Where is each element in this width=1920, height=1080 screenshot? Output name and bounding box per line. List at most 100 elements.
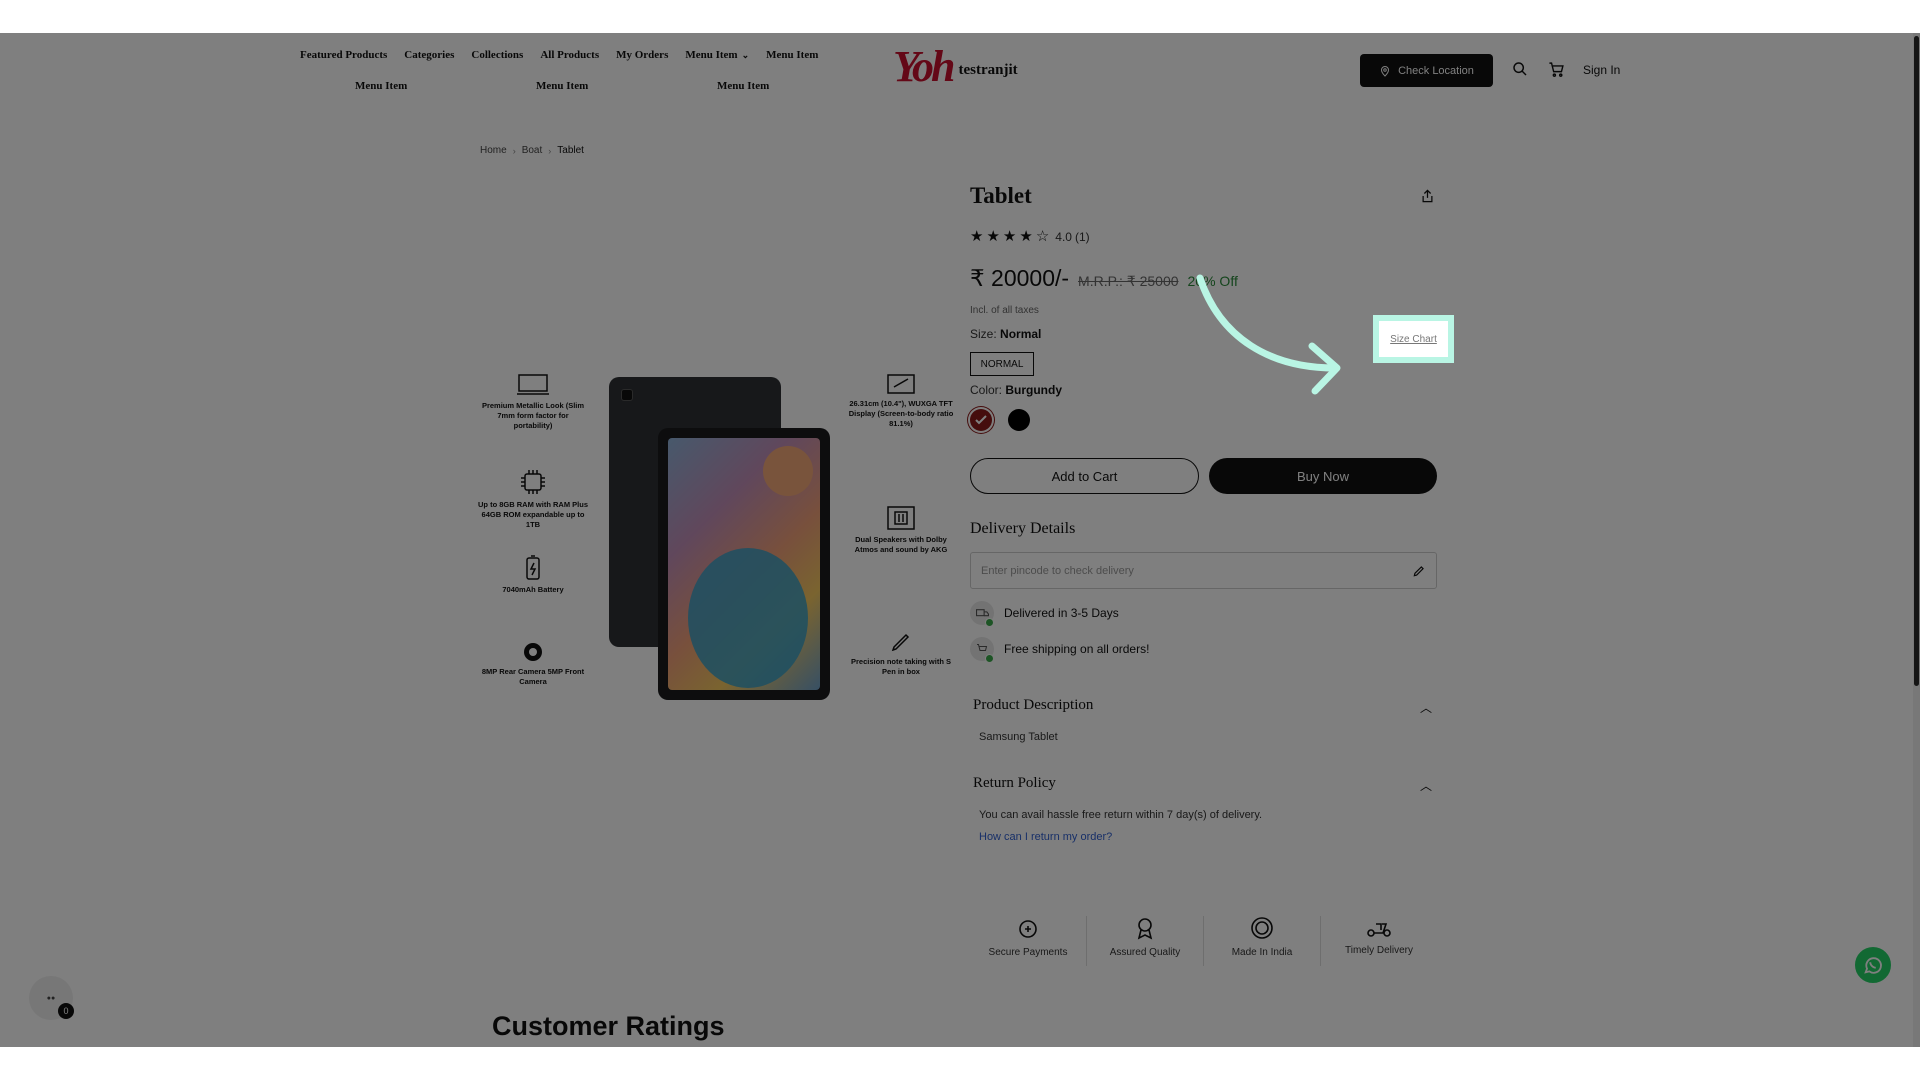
product-rating[interactable]: ★ ★ ★ ★ ☆ 4.0 (1) — [970, 229, 1090, 244]
chevron-right-icon: › — [548, 145, 552, 156]
camera-aperture-icon — [524, 643, 542, 661]
dim-overlay — [0, 33, 1920, 1047]
pincode-field[interactable] — [970, 552, 1437, 589]
made-in-india-icon — [1251, 917, 1273, 939]
chat-badge-count: 0 — [58, 1003, 74, 1019]
product-price: ₹ 20000/- — [970, 265, 1070, 291]
shipping-cart-icon — [970, 637, 994, 663]
customer-ratings-title: Customer Ratings — [492, 1011, 725, 1041]
speaker-icon — [887, 506, 915, 530]
color-swatch-black[interactable] — [1008, 409, 1030, 431]
feature-ram: Up to 8GB RAM with RAM Plus 64GB ROM exp… — [478, 468, 588, 529]
share-icon[interactable] — [1420, 188, 1435, 209]
feature-battery: 7040mAh Battery — [478, 555, 588, 595]
secure-payment-icon — [1019, 920, 1037, 938]
free-shipping-item: Free shipping on all orders! — [970, 637, 1149, 663]
nav-all-products[interactable]: All Products — [540, 49, 599, 61]
sign-in-link[interactable]: Sign In — [1583, 63, 1620, 77]
breadcrumb-boat[interactable]: Boat — [522, 145, 543, 156]
rating-count: (1) — [1074, 229, 1090, 244]
product-description-title[interactable]: Product Description — [973, 697, 1093, 714]
edit-pencil-icon[interactable] — [1412, 564, 1426, 578]
page-viewport: Featured Products Categories Collections… — [0, 33, 1920, 1047]
size-chart-highlight[interactable]: Size Chart — [1373, 315, 1454, 363]
page-scrollbar-thumb[interactable] — [1914, 36, 1919, 686]
check-location-label: Check Location — [1398, 64, 1474, 77]
award-ribbon-icon — [1137, 918, 1153, 940]
chip-icon — [521, 470, 545, 494]
breadcrumb: Home › Boat › Tablet — [480, 145, 584, 156]
nav-collections[interactable]: Collections — [471, 49, 523, 61]
logo-text: testranjit — [958, 61, 1018, 78]
battery-icon — [526, 555, 540, 580]
badge-made-in-india: Made In India — [1204, 916, 1321, 966]
feature-camera: 8MP Rear Camera 5MP Front Camera — [478, 641, 588, 687]
star-filled-icon: ★ — [986, 228, 1000, 245]
product-image[interactable]: Premium Metallic Look (Slim 7mm form fac… — [478, 333, 953, 713]
search-icon[interactable] — [1510, 59, 1530, 79]
nav-menu-item[interactable]: Menu Item — [717, 80, 898, 92]
badge-assured-quality: Assured Quality — [1087, 916, 1204, 966]
star-filled-icon: ★ — [1019, 228, 1033, 245]
size-option-normal[interactable]: NORMAL — [970, 352, 1034, 376]
size-label: Size: Normal — [970, 327, 1042, 341]
feature-spen: Precision note taking with S Pen in box — [846, 631, 956, 677]
camera-module — [621, 389, 633, 401]
logo-mark: Yoh — [893, 42, 956, 91]
product-mrp: M.R.P.: ₹ 25000 — [1078, 273, 1179, 289]
selected-size: Normal — [1000, 327, 1042, 341]
nav-menu-item[interactable]: Menu Item — [536, 80, 717, 92]
trust-badges: Secure Payments Assured Quality Made In … — [970, 916, 1437, 966]
delivery-title: Delivery Details — [970, 520, 1076, 537]
product-description-body: Samsung Tablet — [979, 731, 1058, 743]
add-to-cart-button[interactable]: Add to Cart — [970, 458, 1199, 494]
feature-display: 26.31cm (10.4"), WUXGA TFT Display (Scre… — [846, 373, 956, 428]
star-filled-icon: ★ — [970, 228, 984, 245]
nav-featured-products[interactable]: Featured Products — [300, 49, 387, 61]
nav-menu-item-dropdown[interactable]: Menu Item ⌄ — [685, 49, 749, 61]
check-icon — [975, 415, 987, 425]
pincode-input[interactable] — [981, 564, 1412, 577]
breadcrumb-home[interactable]: Home — [480, 145, 507, 156]
laptop-icon — [517, 374, 549, 395]
nav-my-orders[interactable]: My Orders — [616, 49, 668, 61]
feature-metallic: Premium Metallic Look (Slim 7mm form fac… — [478, 373, 588, 430]
nav-categories[interactable]: Categories — [404, 49, 454, 61]
nav-menu-item[interactable]: Menu Item — [355, 80, 536, 92]
return-how-to-link[interactable]: How can I return my order? — [979, 831, 1112, 843]
check-location-button[interactable]: Check Location — [1360, 54, 1493, 87]
feature-speakers: Dual Speakers with Dolby Atmos and sound… — [846, 505, 956, 555]
buy-now-button[interactable]: Buy Now — [1209, 458, 1437, 494]
star-filled-icon: ★ — [1002, 228, 1017, 245]
badge-secure-payments: Secure Payments — [970, 916, 1087, 966]
color-label: Color: Burgundy — [970, 383, 1063, 397]
chevron-up-icon[interactable]: ︿ — [1420, 777, 1432, 794]
tablet-front-image — [658, 428, 830, 700]
delivery-time-item: Delivered in 3-5 Days — [970, 601, 1119, 627]
truck-icon — [970, 601, 994, 627]
scooter-icon — [1367, 923, 1391, 937]
star-empty-icon: ☆ — [1035, 228, 1050, 245]
display-icon — [887, 374, 915, 394]
chevron-up-icon[interactable]: ︿ — [1420, 699, 1432, 716]
chat-logo-icon: ●● — [46, 994, 56, 1002]
main-nav: Featured Products Categories Collections… — [300, 49, 818, 61]
return-policy-title[interactable]: Return Policy — [973, 775, 1056, 792]
selected-color: Burgundy — [1005, 383, 1063, 397]
chevron-right-icon: › — [512, 145, 516, 156]
taxes-note: Incl. of all taxes — [970, 305, 1039, 316]
nav-menu-item-label: Menu Item — [685, 49, 738, 61]
product-title: Tablet — [970, 183, 1032, 208]
nav-menu-item[interactable]: Menu Item — [766, 49, 818, 61]
location-pin-icon — [1381, 65, 1390, 77]
secondary-nav: Menu Item Menu Item Menu Item — [355, 80, 898, 92]
product-info: Tablet ★ ★ ★ ★ ☆ 4.0 (1) ₹ 20000/- M.R.P… — [970, 183, 1437, 966]
color-swatch-burgundy[interactable] — [970, 409, 992, 431]
site-logo[interactable]: Yoh testranjit — [893, 45, 1018, 89]
size-chart-highlight-label: Size Chart — [1390, 333, 1437, 345]
badge-timely-delivery: Timely Delivery — [1321, 916, 1437, 966]
whatsapp-icon[interactable] — [1853, 945, 1893, 985]
cart-icon[interactable] — [1546, 59, 1566, 79]
tablet-screen — [668, 438, 820, 690]
chevron-down-icon: ⌄ — [741, 49, 750, 60]
